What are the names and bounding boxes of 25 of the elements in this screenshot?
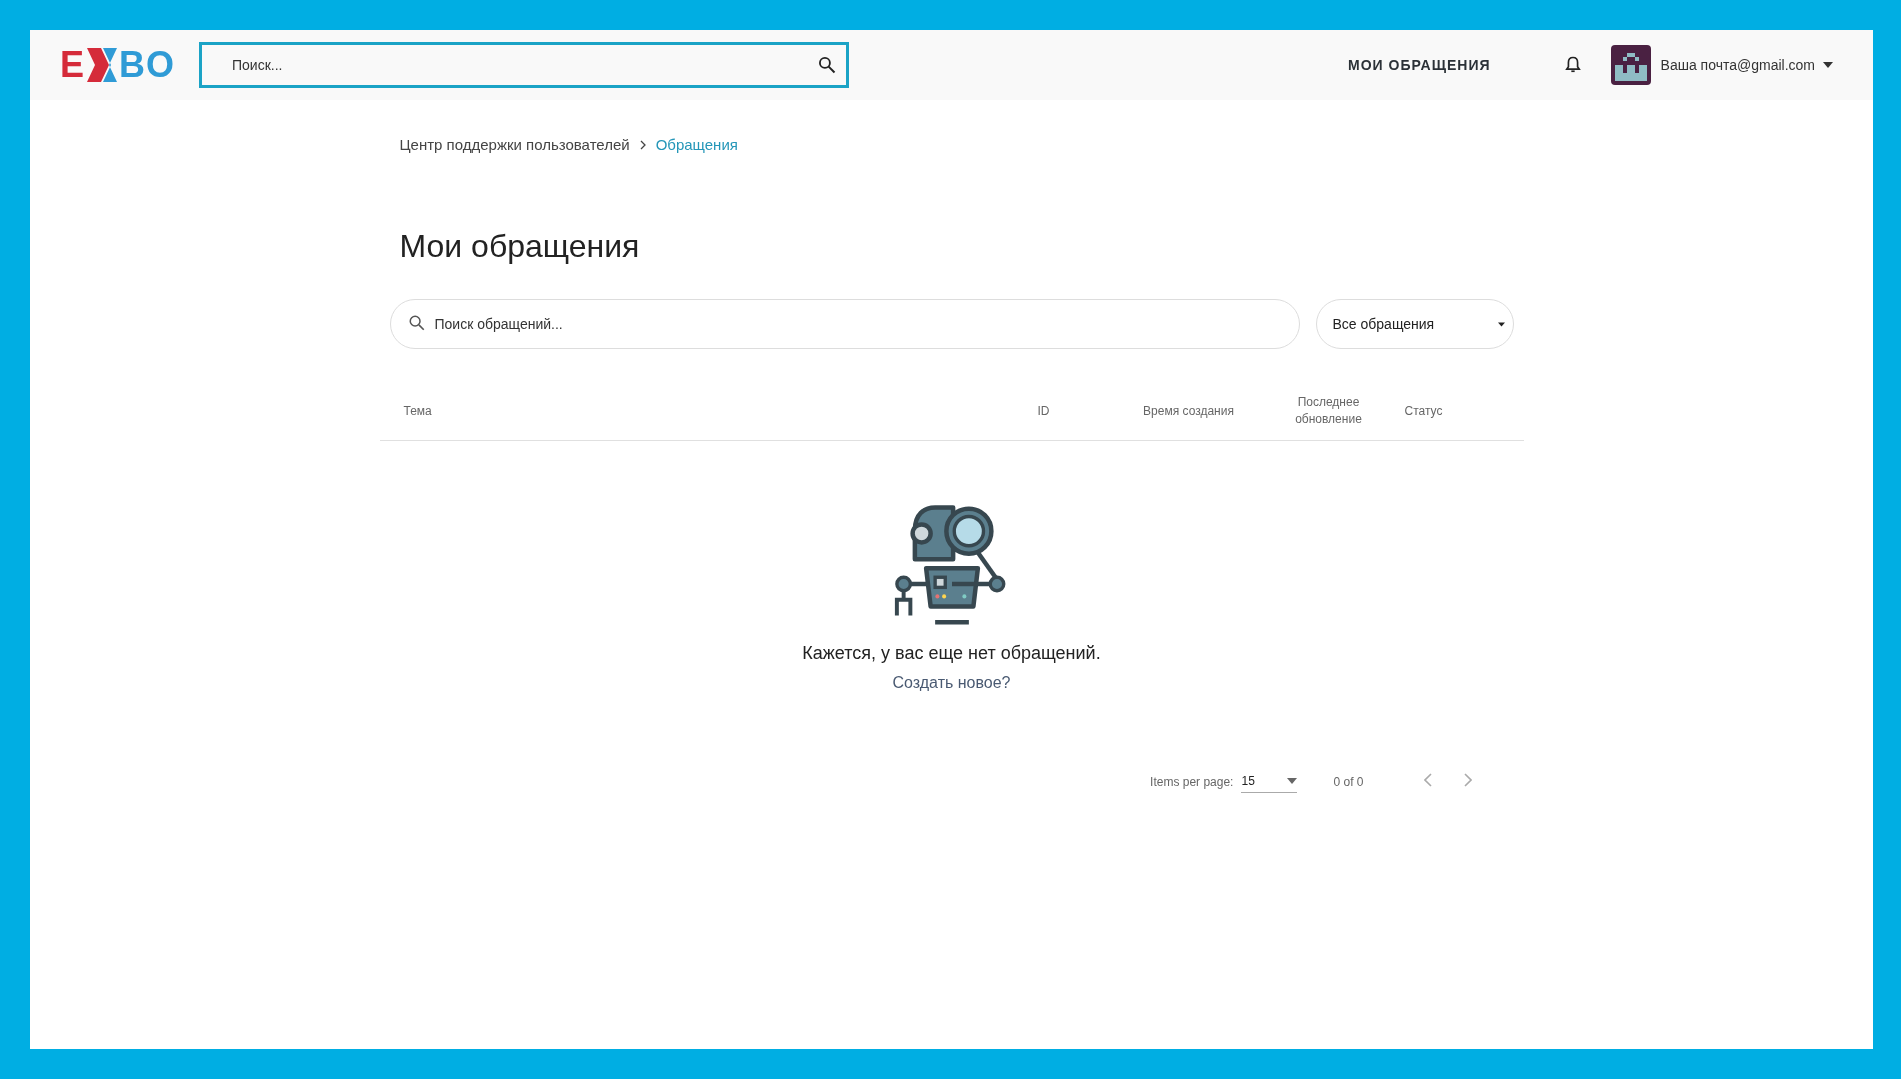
empty-message: Кажется, у вас еще нет обращений. <box>802 643 1101 664</box>
page-title: Мои обращения <box>399 228 641 265</box>
breadcrumb-link[interactable]: Обращения <box>655 136 738 153</box>
chevron-right-icon <box>1463 773 1472 787</box>
items-per-page-label: Items per page: <box>1150 774 1234 789</box>
page-range: 0 of 0 <box>1333 774 1364 789</box>
column-header[interactable]: ID <box>1023 404 1064 418</box>
page-size-dropdown[interactable]: 15 <box>1241 770 1298 793</box>
search-icon[interactable] <box>817 55 837 75</box>
avatar-icon[interactable] <box>1610 45 1651 85</box>
chevron-left-icon <box>1423 773 1432 787</box>
column-header[interactable]: Статус <box>1393 404 1454 418</box>
column-header[interactable]: Последнее обновление <box>1283 394 1374 428</box>
chevron-right-icon <box>639 139 646 150</box>
logo[interactable]: E BO <box>60 45 175 85</box>
caret-down-icon[interactable] <box>1823 62 1833 68</box>
user-menu[interactable]: Ваша почта@gmail.com <box>1660 57 1833 73</box>
breadcrumb-link[interactable]: Центр поддержки пользователей <box>399 136 630 153</box>
column-header[interactable]: Тема <box>389 404 1024 418</box>
column-header[interactable]: Время создания <box>1123 404 1254 418</box>
search-field[interactable]: Поиск... <box>199 42 849 88</box>
caret-down-icon <box>1497 321 1505 327</box>
nav-link[interactable]: МОИ ОБРАЩЕНИЯ <box>1348 57 1491 73</box>
create-link[interactable]: Создать новое? <box>892 674 1011 692</box>
caret-down-icon <box>1287 778 1298 784</box>
